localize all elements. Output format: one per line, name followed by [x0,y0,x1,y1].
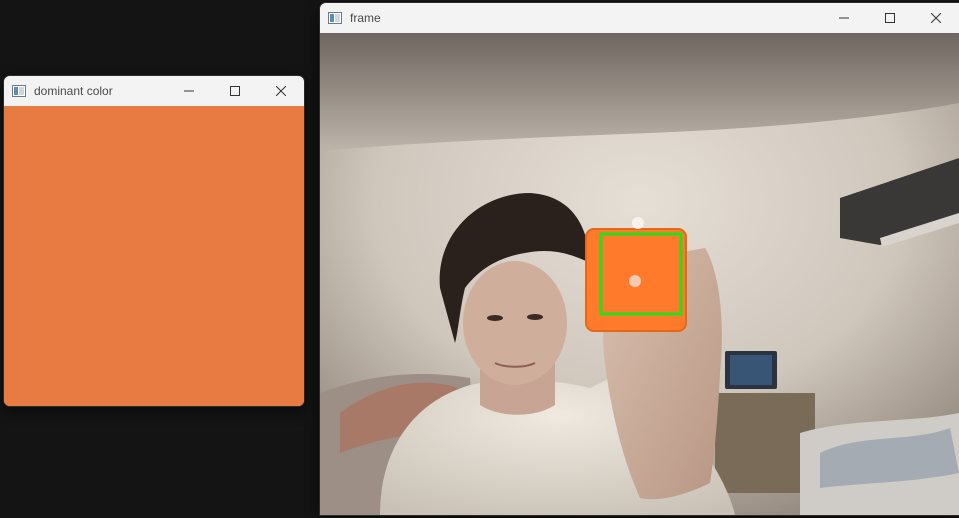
close-icon [276,86,286,96]
window-title: frame [350,11,381,25]
detection-center [629,275,641,287]
camera-frame-view [320,33,959,515]
minimize-icon [184,90,194,92]
maximize-icon [885,13,895,23]
maximize-button[interactable] [212,76,258,106]
maximize-button[interactable] [867,3,913,33]
close-icon [931,13,941,23]
dominant-color-swatch [4,106,304,406]
window-title: dominant color [34,84,113,98]
titlebar[interactable]: frame [320,3,959,33]
close-button[interactable] [913,3,959,33]
close-button[interactable] [258,76,304,106]
maximize-icon [230,86,240,96]
dominant-color-window: dominant color [4,76,304,406]
app-window-icon [12,85,26,97]
app-window-icon [328,12,342,24]
minimize-icon [839,17,849,19]
minimize-button[interactable] [821,3,867,33]
titlebar[interactable]: dominant color [4,76,304,106]
minimize-button[interactable] [166,76,212,106]
frame-window: frame [320,3,959,515]
